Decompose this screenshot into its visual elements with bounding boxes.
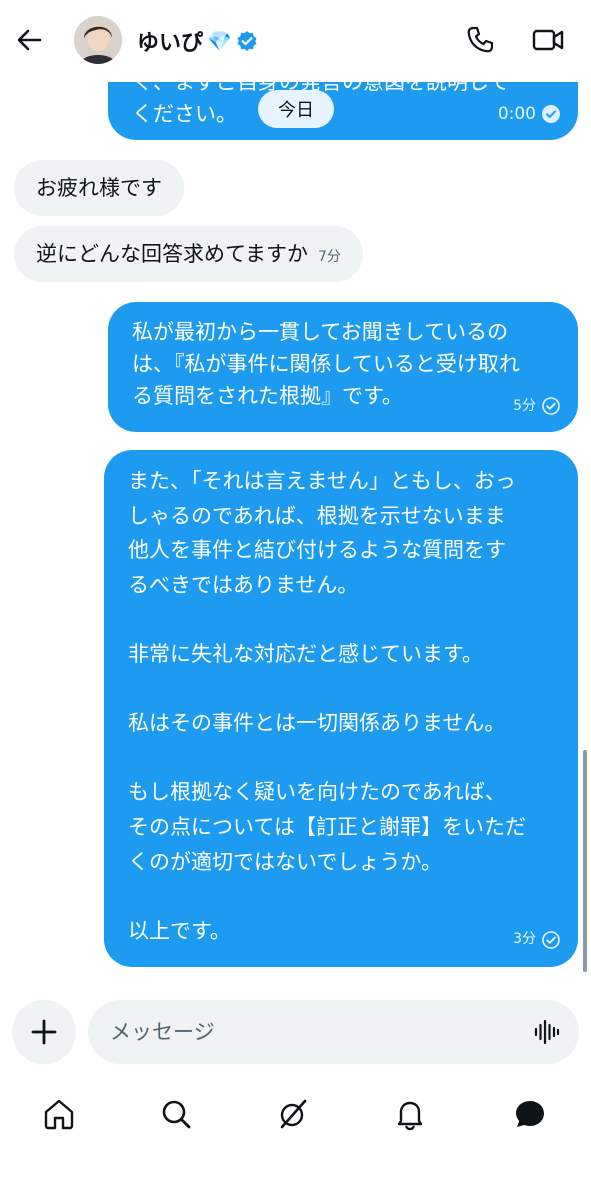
- message-input[interactable]: [110, 1000, 510, 1064]
- date-separator: 今日: [258, 90, 334, 128]
- read-check-icon: [542, 105, 560, 123]
- phone-icon: [467, 26, 494, 53]
- message-outgoing[interactable]: 私が最初から一貫してお聞きしているの は、『私が事件に関係していると受け取れ る…: [108, 302, 578, 432]
- message-line: る質問をされた根拠』です。: [132, 384, 403, 408]
- sent-check-icon: [542, 397, 560, 415]
- plus-icon: [31, 1019, 57, 1045]
- scrollbar[interactable]: [583, 750, 587, 972]
- message-text: 逆にどんな回答求めてますか: [36, 242, 308, 266]
- add-media-button[interactable]: [12, 1000, 76, 1064]
- message-incoming[interactable]: 逆にどんな回答求めてますか 7分: [14, 226, 363, 282]
- conversation-header: ゆいぴ 💎: [0, 0, 591, 82]
- notifications-icon: [397, 1101, 423, 1131]
- message-line: [128, 672, 554, 707]
- message-line: また、「それは言えません」ともし、おっ: [128, 469, 516, 493]
- sent-check-icon: [542, 930, 560, 949]
- message-line: 私が最初から一貫してお聞きしているの: [132, 320, 509, 344]
- nav-messages[interactable]: [510, 1094, 550, 1134]
- message-outgoing[interactable]: また、「それは言えません」ともし、おっ しゃるのであれば、根拠を示せないまま 他…: [104, 450, 578, 967]
- message-input-box[interactable]: [88, 1000, 579, 1064]
- messages-icon: [516, 1101, 544, 1127]
- message-text: お疲れ様です: [36, 176, 162, 200]
- arrow-left-icon: [17, 29, 42, 51]
- message-time: 3分: [513, 931, 536, 948]
- video-camera-icon: [532, 29, 564, 51]
- video-call-button[interactable]: [530, 22, 566, 58]
- message-incoming[interactable]: お疲れ様です: [14, 160, 184, 216]
- message-time: 7分: [317, 249, 341, 265]
- message-line: 以上です。: [128, 918, 231, 943]
- message-line: 非常に失礼な対応だと感じています。: [128, 641, 483, 666]
- waveform-icon: [534, 1019, 560, 1045]
- bottom-navigation: [0, 1080, 591, 1150]
- message-meta: 5分: [513, 390, 560, 422]
- nav-grok[interactable]: [273, 1094, 313, 1134]
- message-line: [128, 741, 554, 776]
- message-line: もし根拠なく疑いを向けたのであれば、: [128, 780, 506, 805]
- message-composer: [0, 998, 591, 1070]
- message-line: は、『私が事件に関係していると受け取れ: [132, 352, 520, 376]
- verified-badge-icon: [237, 31, 257, 51]
- message-line: るべきではありません。: [128, 572, 359, 597]
- message-line: [128, 602, 554, 637]
- voice-message-button[interactable]: [533, 1018, 561, 1046]
- search-icon: [162, 1100, 191, 1129]
- message-time: 5分: [513, 398, 536, 414]
- message-line: しゃるのであれば、根拠を示せないまま: [128, 503, 506, 528]
- chat-area[interactable]: く、まずご自身の発言の意図を説明して ください。 0:00 今日 お疲れ様です …: [0, 0, 591, 990]
- nav-notifications[interactable]: [390, 1094, 430, 1134]
- avatar[interactable]: [74, 16, 122, 64]
- message-meta: 0:00: [498, 98, 560, 130]
- message-time: 0:00: [497, 104, 536, 124]
- message-line: 他人を事件と結び付けるような質問をす: [128, 538, 506, 563]
- message-line: [128, 879, 554, 914]
- message-line: 私はその事件とは一切関係ありません。: [128, 711, 506, 736]
- call-button[interactable]: [462, 22, 498, 58]
- message-line: ください。: [132, 102, 237, 126]
- message-line: くのが適切ではないでしょうか。: [128, 849, 442, 874]
- back-button[interactable]: [12, 22, 48, 58]
- nav-search[interactable]: [156, 1094, 196, 1134]
- contact-name[interactable]: ゆいぴ 💎: [137, 26, 258, 56]
- home-icon: [44, 1099, 74, 1130]
- display-name: ゆいぴ: [137, 31, 204, 56]
- message-line: その点については【訂正と謝罪】をいただ: [128, 814, 526, 839]
- message-meta: 3分: [513, 922, 560, 957]
- nav-home[interactable]: [39, 1094, 79, 1134]
- grok-icon: [280, 1099, 307, 1129]
- diamond-emoji: 💎: [207, 29, 232, 53]
